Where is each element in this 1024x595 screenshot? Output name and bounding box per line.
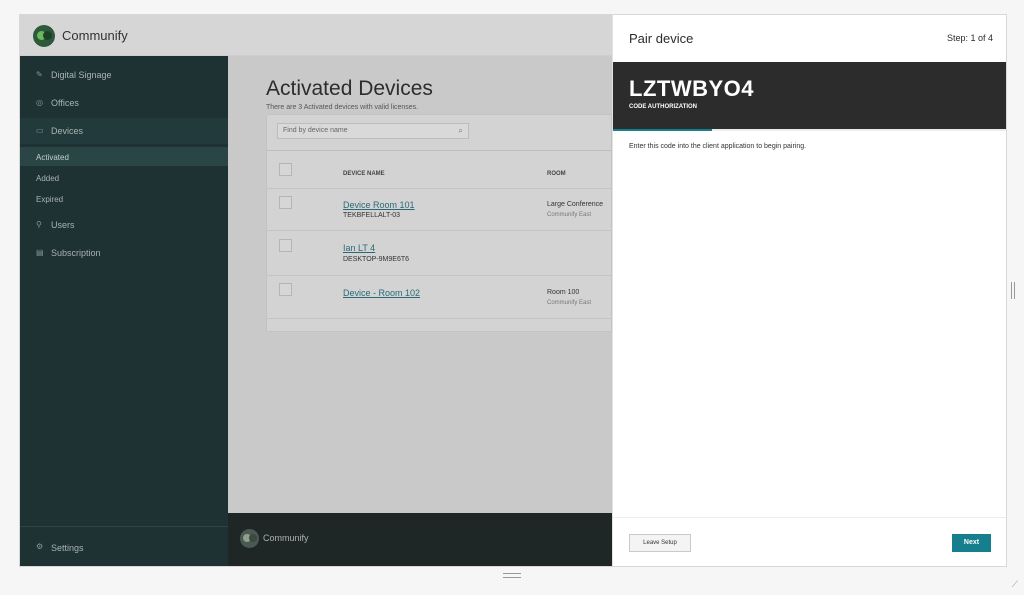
column-header-room: ROOM: [547, 171, 566, 177]
sidebar-subitem-added[interactable]: Added: [20, 168, 228, 187]
footer-brand: Communify: [263, 533, 309, 543]
pairing-code: LZTWBYO4: [629, 76, 754, 101]
app-footer: Communify: [228, 513, 612, 566]
subscription-icon: ▤: [36, 248, 44, 257]
code-authorization-label: CODE AUTHORIZATION: [629, 104, 697, 110]
leave-setup-button[interactable]: Leave Setup: [629, 534, 691, 552]
pair-device-header: Pair device Step: 1 of 4: [613, 15, 1006, 62]
next-button[interactable]: Next: [952, 534, 991, 552]
devices-icon: ▭: [36, 126, 44, 135]
search-input[interactable]: Find by device name ⌕: [277, 123, 469, 139]
users-icon: ⚲: [36, 220, 42, 229]
sidebar-subitem-expired[interactable]: Expired: [20, 189, 228, 208]
column-header-device-name: DEVICE NAME: [343, 171, 385, 177]
row-checkbox[interactable]: [279, 283, 292, 296]
device-name-link[interactable]: Device - Room 102: [343, 288, 420, 298]
sidebar-item-settings[interactable]: ⚙ Settings: [20, 534, 228, 560]
sidebar-item-subscription[interactable]: ▤ Subscription: [20, 240, 228, 266]
device-id: DESKTOP-9M9E6T6: [343, 256, 410, 263]
page-title: Activated Devices: [266, 77, 433, 100]
device-name-link[interactable]: Device Room 101: [343, 200, 415, 210]
search-icon: ⌕: [458, 126, 463, 135]
step-progress-fill: [613, 129, 712, 131]
bottom-resize-handle[interactable]: [503, 573, 521, 578]
step-indicator: Step: 1 of 4: [946, 33, 993, 43]
device-room: Large Conference: [547, 201, 604, 208]
communify-logo-icon: [33, 25, 55, 47]
row-divider: [267, 188, 613, 189]
page-subtitle: There are 3 Activated devices with valid…: [266, 104, 419, 111]
row-divider: [267, 275, 613, 276]
app-window: Communify ✎ Digital Signage ◎ Offices ▭ …: [19, 14, 1007, 567]
device-name-link[interactable]: Ian LT 4: [343, 243, 375, 253]
device-id: TEKBFELLALT-03: [343, 212, 401, 219]
sidebar-item-users[interactable]: ⚲ Users: [20, 212, 228, 238]
pair-device-title: Pair device: [629, 31, 694, 46]
sidebar-item-devices[interactable]: ▭ Devices: [20, 118, 228, 144]
footer-divider: [613, 517, 1006, 518]
row-divider: [267, 318, 613, 319]
devices-panel: Find by device name ⌕ DEVICE NAME ROOM D…: [266, 114, 613, 332]
code-banner: LZTWBYO4 CODE AUTHORIZATION: [613, 62, 1006, 129]
offices-icon: ◎: [36, 98, 43, 107]
device-room-office: Communify East: [547, 300, 592, 306]
pairing-instruction: Enter this code into the client applicat…: [629, 143, 807, 150]
device-room-office: Communify East: [547, 212, 592, 218]
row-checkbox[interactable]: [279, 196, 292, 209]
app-header: Communify: [20, 15, 612, 56]
sidebar-item-offices[interactable]: ◎ Offices: [20, 90, 228, 116]
sidebar-divider: [20, 526, 228, 527]
sidebar-subitem-activated[interactable]: Activated: [20, 147, 228, 166]
gear-icon: ⚙: [36, 542, 44, 551]
brand-name: Communify: [62, 28, 128, 43]
communify-logo-icon: [240, 529, 259, 548]
step-progress-bar: [613, 129, 1006, 131]
main-content: Activated Devices There are 3 Activated …: [228, 56, 613, 513]
pair-device-panel: Pair device Step: 1 of 4 LZTWBYO4 CODE A…: [612, 15, 1006, 566]
row-divider: [267, 230, 613, 231]
window-resize-corner-icon[interactable]: ⟋: [1012, 579, 1018, 590]
pencil-icon: ✎: [36, 70, 43, 79]
sidebar: ✎ Digital Signage ◎ Offices ▭ Devices Ac…: [20, 56, 228, 566]
row-checkbox[interactable]: [279, 239, 292, 252]
sidebar-item-digital-signage[interactable]: ✎ Digital Signage: [20, 62, 228, 88]
select-all-checkbox[interactable]: [279, 163, 292, 176]
table-divider: [267, 150, 613, 151]
device-room: Room 100: [547, 289, 580, 296]
panel-resize-handle[interactable]: [1011, 282, 1015, 299]
